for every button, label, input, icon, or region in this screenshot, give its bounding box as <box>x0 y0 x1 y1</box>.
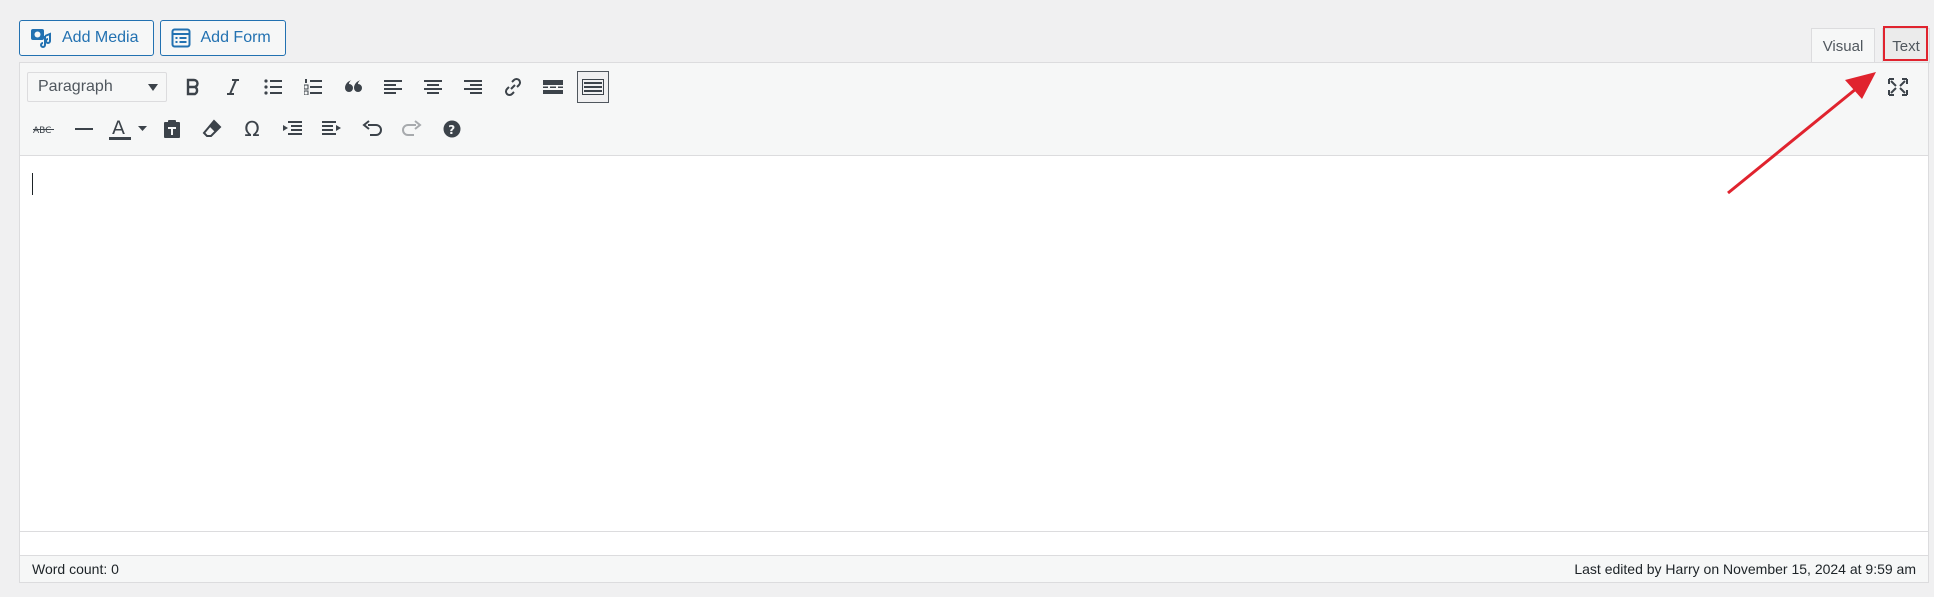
tab-text[interactable]: Text <box>1882 28 1930 63</box>
numbered-list-icon[interactable] <box>297 71 329 103</box>
clear-formatting-icon[interactable] <box>196 113 228 145</box>
toolbar-row-1: Paragraph <box>20 67 1928 107</box>
redo-icon[interactable] <box>396 113 428 145</box>
add-media-button[interactable]: Add Media <box>19 20 154 56</box>
add-form-label: Add Form <box>200 29 271 46</box>
editor-status-bar: Word count: 0 Last edited by Harry on No… <box>20 555 1928 582</box>
chevron-down-icon <box>148 83 158 91</box>
editor: Paragraph ABC A Ω ? Word count: 0 Last e… <box>19 62 1929 583</box>
form-icon <box>171 28 191 48</box>
indent-icon[interactable] <box>316 113 348 145</box>
editor-toolbar: Paragraph ABC A Ω ? <box>20 63 1928 156</box>
horizontal-line-icon[interactable] <box>68 113 100 145</box>
keyboard-shortcuts-icon[interactable]: ? <box>436 113 468 145</box>
align-left-icon[interactable] <box>377 71 409 103</box>
align-center-icon[interactable] <box>417 71 449 103</box>
media-icon <box>30 28 52 48</box>
link-icon[interactable] <box>497 71 529 103</box>
svg-text:?: ? <box>448 123 455 137</box>
add-media-label: Add Media <box>62 29 139 46</box>
format-select-value: Paragraph <box>38 78 113 95</box>
media-buttons: Add Media Add Form <box>19 20 286 56</box>
align-right-icon[interactable] <box>457 71 489 103</box>
text-cursor <box>32 173 33 195</box>
add-form-button[interactable]: Add Form <box>159 20 286 56</box>
strikethrough-icon[interactable]: ABC <box>28 113 60 145</box>
special-character-icon[interactable]: Ω <box>236 113 268 145</box>
toolbar-row-2: ABC A Ω ? <box>20 109 1928 149</box>
editor-content-area[interactable] <box>20 155 1928 531</box>
svg-text:ABC: ABC <box>33 126 51 136</box>
tab-visual[interactable]: Visual <box>1811 28 1875 63</box>
editor-resize-area <box>20 531 1928 552</box>
italic-icon[interactable] <box>217 71 249 103</box>
undo-icon[interactable] <box>356 113 388 145</box>
blockquote-icon[interactable] <box>337 71 369 103</box>
word-count: Word count: 0 <box>32 561 119 577</box>
read-more-icon[interactable] <box>537 71 569 103</box>
paste-as-text-icon[interactable] <box>156 113 188 145</box>
text-color-icon[interactable]: A <box>108 113 148 145</box>
bulleted-list-icon[interactable] <box>257 71 289 103</box>
outdent-icon[interactable] <box>276 113 308 145</box>
last-edited: Last edited by Harry on November 15, 202… <box>1574 561 1916 577</box>
omega-glyph: Ω <box>244 117 260 141</box>
svg-text:A: A <box>112 117 125 139</box>
fullscreen-icon[interactable] <box>1882 71 1914 103</box>
toolbar-toggle-icon[interactable] <box>577 71 609 103</box>
bold-icon[interactable] <box>177 71 209 103</box>
format-select[interactable]: Paragraph <box>27 72 167 102</box>
